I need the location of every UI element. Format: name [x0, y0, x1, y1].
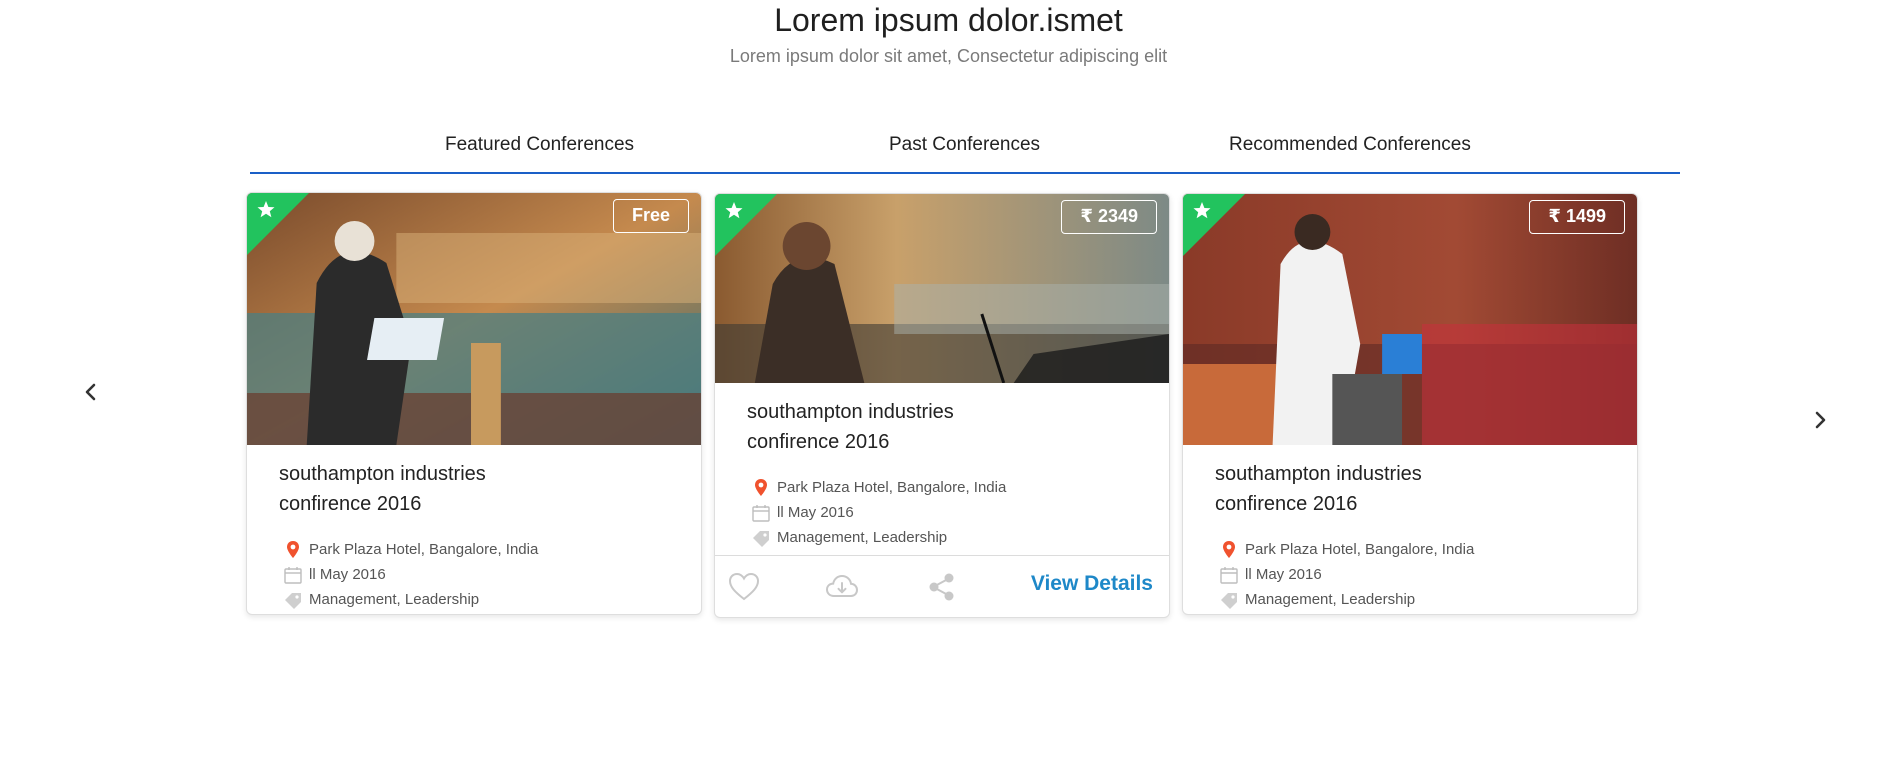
conference-card[interactable]: ₹ 1499 southampton industries confirence…: [1182, 193, 1638, 615]
conference-card[interactable]: ₹ 2349 southampton industries confirence…: [714, 193, 1170, 618]
carousel-prev-button[interactable]: [76, 377, 106, 407]
tab-featured-conferences[interactable]: Featured Conferences: [445, 134, 634, 156]
price-badge: ₹ 2349: [1061, 200, 1157, 234]
conference-title[interactable]: southampton industries confirence 2016: [747, 397, 1007, 457]
conference-photo: Free: [247, 193, 701, 445]
share-button[interactable]: [925, 570, 959, 604]
price-badge: Free: [612, 199, 689, 233]
location-pin-icon: [751, 478, 771, 498]
chevron-left-icon: [85, 383, 96, 401]
location-pin-icon: [283, 540, 303, 560]
tag-icon: [283, 590, 303, 610]
featured-ribbon: [247, 193, 309, 255]
tab-recommended-conferences[interactable]: Recommended Conferences: [1229, 134, 1471, 156]
tags-row: Management, Leadership: [751, 525, 1169, 550]
cloud-download-icon: [825, 574, 859, 597]
calendar-icon: [751, 503, 771, 523]
conference-title[interactable]: southampton industries confirence 2016: [279, 459, 539, 519]
conference-card[interactable]: Free southampton industries confirence 2…: [246, 192, 702, 615]
heart-icon: [728, 572, 760, 601]
location-row: Park Plaza Hotel, Bangalore, India: [283, 537, 701, 562]
date-row: ll May 2016: [1219, 562, 1637, 587]
conference-tabs: Featured Conferences Past Conferences Re…: [250, 126, 1680, 174]
conference-meta: Park Plaza Hotel, Bangalore, India ll Ma…: [283, 537, 701, 612]
hero-subtitle: Lorem ipsum dolor sit amet, Consectetur …: [729, 46, 1168, 66]
share-icon: [929, 573, 954, 601]
location-row: Park Plaza Hotel, Bangalore, India: [751, 475, 1169, 500]
conference-meta: Park Plaza Hotel, Bangalore, India ll Ma…: [751, 475, 1169, 550]
tags-row: Management, Leadership: [283, 587, 701, 612]
location-pin-icon: [1219, 540, 1239, 560]
date-row: ll May 2016: [751, 500, 1169, 525]
featured-ribbon: [715, 194, 777, 256]
carousel-next-button[interactable]: [1805, 405, 1835, 435]
download-button[interactable]: [825, 570, 859, 604]
conference-photo: ₹ 1499: [1183, 194, 1637, 445]
tag-icon: [751, 528, 771, 548]
hero-title: Lorem ipsum dolor.ismet: [774, 2, 1123, 38]
conference-photo: ₹ 2349: [715, 194, 1169, 383]
conference-title[interactable]: southampton industries confirence 2016: [1215, 459, 1475, 519]
tag-icon: [1219, 590, 1239, 610]
location-row: Park Plaza Hotel, Bangalore, India: [1219, 537, 1637, 562]
date-row: ll May 2016: [283, 562, 701, 587]
like-button[interactable]: [727, 570, 761, 604]
conference-meta: Park Plaza Hotel, Bangalore, India ll Ma…: [1219, 537, 1637, 612]
tags-row: Management, Leadership: [1219, 587, 1637, 612]
chevron-right-icon: [1815, 411, 1826, 429]
card-actions: View Details: [715, 555, 1169, 617]
calendar-icon: [283, 565, 303, 585]
tab-past-conferences[interactable]: Past Conferences: [889, 134, 1040, 156]
price-badge: ₹ 1499: [1529, 200, 1625, 234]
featured-ribbon: [1183, 194, 1245, 256]
view-details-link[interactable]: View Details: [1031, 572, 1153, 596]
calendar-icon: [1219, 565, 1239, 585]
